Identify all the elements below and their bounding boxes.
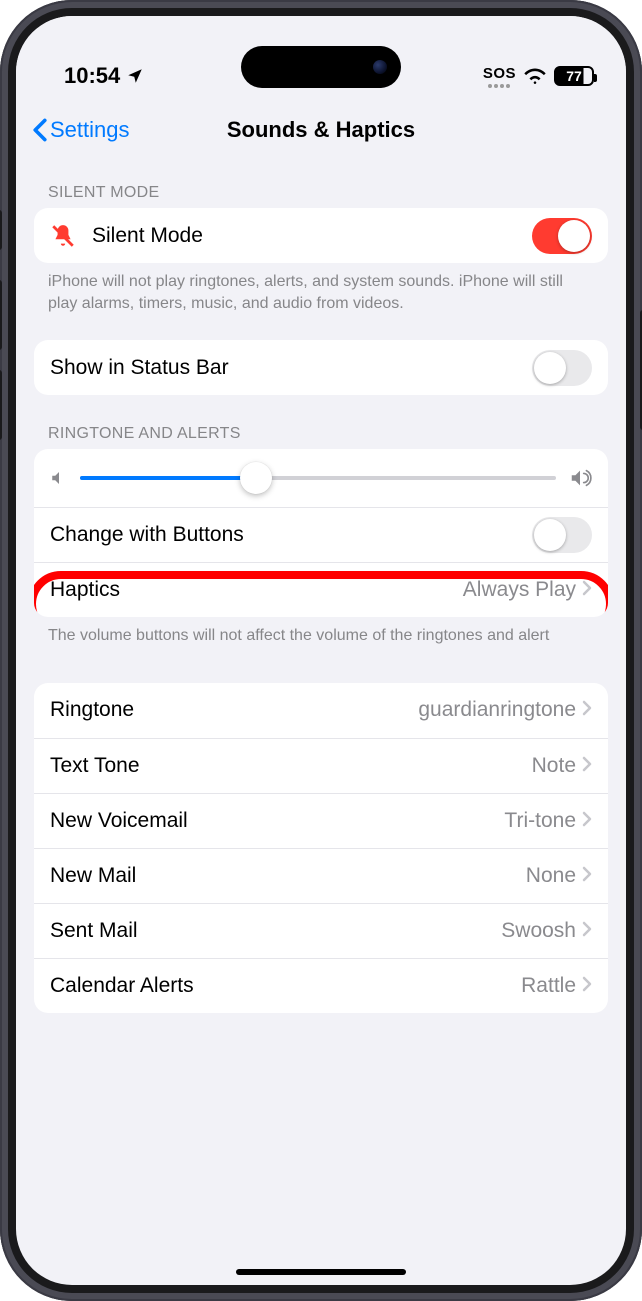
silent-mode-footer: iPhone will not play ringtones, alerts, … bbox=[34, 263, 608, 322]
back-label: Settings bbox=[50, 117, 130, 143]
volume-slider-row bbox=[34, 449, 608, 507]
list-item-value: Swoosh bbox=[501, 919, 576, 943]
list-item-label: Text Tone bbox=[50, 754, 532, 778]
wifi-icon bbox=[524, 68, 546, 84]
show-status-bar-toggle[interactable] bbox=[532, 350, 592, 386]
sound-row-new-voicemail[interactable]: New VoicemailTri-tone bbox=[34, 793, 608, 848]
section-header-silent: SILENT MODE bbox=[34, 154, 608, 208]
list-item-value: Tri-tone bbox=[504, 809, 576, 833]
list-item-value: guardianringtone bbox=[418, 698, 576, 722]
list-item-label: Ringtone bbox=[50, 698, 418, 722]
show-status-bar-row[interactable]: Show in Status Bar bbox=[34, 340, 608, 395]
show-status-bar-label: Show in Status Bar bbox=[50, 356, 532, 380]
clock: 10:54 bbox=[64, 63, 120, 89]
sound-row-sent-mail[interactable]: Sent MailSwoosh bbox=[34, 903, 608, 958]
sound-row-text-tone[interactable]: Text ToneNote bbox=[34, 738, 608, 793]
volume-slider[interactable] bbox=[80, 476, 556, 480]
list-item-label: New Voicemail bbox=[50, 809, 504, 833]
list-item-value: None bbox=[526, 864, 576, 888]
chevron-right-icon bbox=[582, 754, 592, 778]
sos-indicator: SOS bbox=[483, 65, 516, 88]
list-item-label: Calendar Alerts bbox=[50, 974, 521, 998]
list-item-label: New Mail bbox=[50, 864, 526, 888]
chevron-right-icon bbox=[582, 578, 592, 602]
dynamic-island bbox=[241, 46, 401, 88]
haptics-label: Haptics bbox=[50, 578, 463, 602]
sound-row-ringtone[interactable]: Ringtoneguardianringtone bbox=[34, 683, 608, 738]
bell-off-icon bbox=[50, 223, 76, 249]
change-with-buttons-label: Change with Buttons bbox=[50, 523, 532, 547]
section-header-ringtone: RINGTONE AND ALERTS bbox=[34, 395, 608, 449]
battery-icon: 77 bbox=[554, 66, 594, 86]
speaker-high-icon bbox=[568, 467, 592, 489]
chevron-right-icon bbox=[582, 919, 592, 943]
list-item-value: Rattle bbox=[521, 974, 576, 998]
silent-mode-label: Silent Mode bbox=[92, 224, 532, 248]
change-with-buttons-row[interactable]: Change with Buttons bbox=[34, 507, 608, 562]
list-item-label: Sent Mail bbox=[50, 919, 501, 943]
silent-mode-row[interactable]: Silent Mode bbox=[34, 208, 608, 263]
nav-bar: Settings Sounds & Haptics bbox=[16, 106, 626, 154]
location-icon bbox=[126, 67, 144, 85]
home-indicator[interactable] bbox=[236, 1269, 406, 1275]
chevron-right-icon bbox=[582, 974, 592, 998]
silent-mode-toggle[interactable] bbox=[532, 218, 592, 254]
back-button[interactable]: Settings bbox=[32, 117, 130, 143]
chevron-right-icon bbox=[582, 698, 592, 722]
chevron-right-icon bbox=[582, 809, 592, 833]
haptics-row[interactable]: Haptics Always Play bbox=[34, 562, 608, 617]
haptics-value: Always Play bbox=[463, 578, 576, 602]
sound-row-calendar-alerts[interactable]: Calendar AlertsRattle bbox=[34, 958, 608, 1013]
ringtone-footer: The volume buttons will not affect the v… bbox=[34, 617, 608, 655]
list-item-value: Note bbox=[532, 754, 576, 778]
speaker-low-icon bbox=[50, 469, 68, 487]
change-with-buttons-toggle[interactable] bbox=[532, 517, 592, 553]
sound-row-new-mail[interactable]: New MailNone bbox=[34, 848, 608, 903]
chevron-right-icon bbox=[582, 864, 592, 888]
